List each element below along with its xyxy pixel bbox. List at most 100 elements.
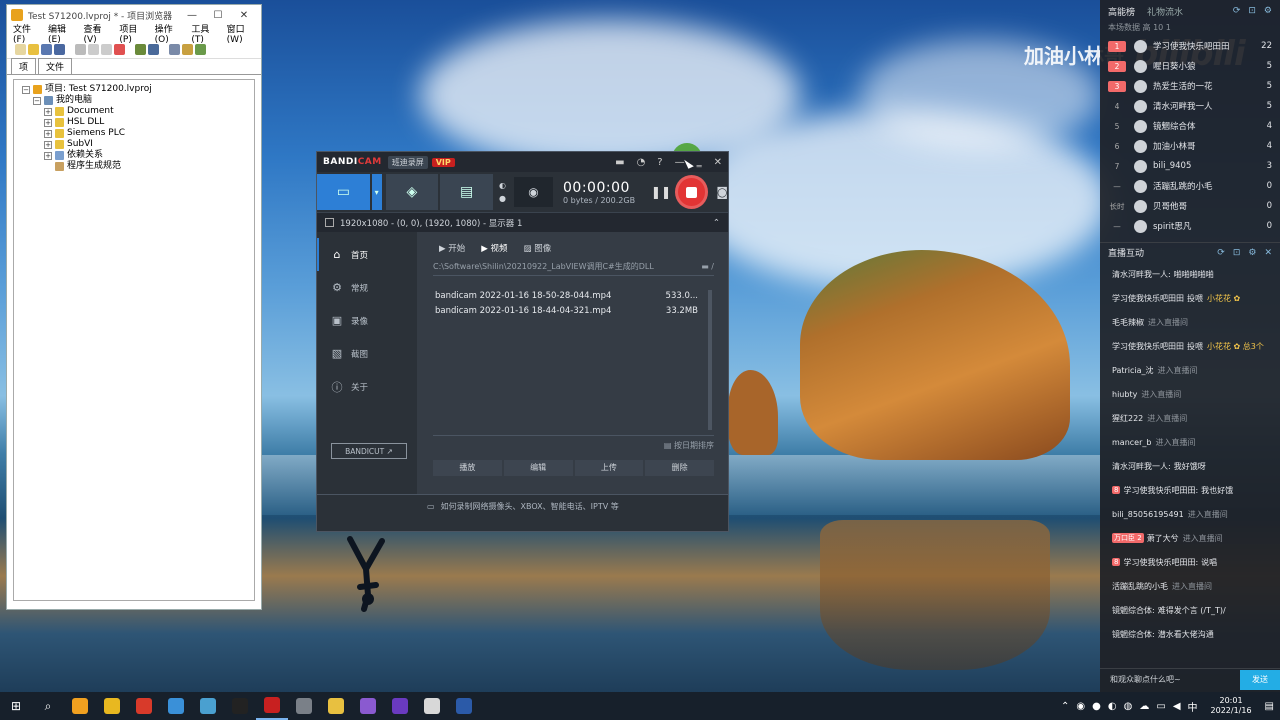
taskbar-button[interactable] [64,692,96,720]
chat-message[interactable]: 学习使我快乐吧田田 投喂 小花花 ✿ 总3个 [1100,334,1280,358]
rank-row[interactable]: 2 喔日葵小狼 5 [1100,56,1280,76]
expander-icon[interactable]: + [44,118,52,127]
tree-node[interactable]: + SubVI [14,139,254,150]
chat-input[interactable]: 和观众聊点什么吧~ [1110,674,1181,685]
notification-icon[interactable]: ▤ [1265,701,1274,712]
chat-message[interactable]: Patricia_沈 进入直播间 [1100,358,1280,382]
menu-item[interactable]: 编辑(E) [44,22,79,45]
minimize-button[interactable]: — [675,157,685,168]
sidebar-item[interactable]: ▧ 截图 [317,337,417,370]
tree-node[interactable]: − 我的电脑 [14,95,254,106]
expander-icon[interactable]: + [44,151,52,160]
close-button[interactable]: ✕ [714,157,722,168]
menu-item[interactable]: 窗口(W) [223,22,261,45]
rank-row[interactable]: 4 清水河畔我一人 5 [1100,96,1280,116]
avatar[interactable] [1134,119,1147,133]
tips-bar[interactable]: ▭ 如何录制网络摄像头、XBOX、智能电话、IPTV 等 [317,494,728,518]
chat-message[interactable]: 万口臣 2 萧了大兮 进入直播间 [1100,526,1280,550]
content-tab[interactable]: ▶ 视频 [481,242,507,254]
avatar[interactable] [1134,99,1147,113]
sort-button[interactable]: ▤ 按日期排序 [433,438,714,454]
chevron-up-icon[interactable]: ⌃ [1061,701,1069,712]
expander-icon[interactable] [44,163,52,171]
record-stop-button[interactable] [675,175,709,209]
action-button[interactable]: 编辑 [503,460,573,476]
file-row[interactable]: bandicam 2022-01-16 18-50-28-044.mp4 533.… [433,288,714,303]
cloud-icon[interactable]: ☁ [1139,701,1149,712]
chevron-up-icon[interactable]: ⌃ [713,218,720,228]
expander-icon[interactable]: + [44,107,52,116]
cut-icon[interactable] [75,44,86,55]
rank-row[interactable]: 1 学习使我快乐吧田田 22 [1100,36,1280,56]
taskbar-button[interactable] [192,692,224,720]
sidebar-item[interactable]: ▣ 录像 [317,304,417,337]
filter-icon[interactable] [195,44,206,55]
ime-icon[interactable]: 中 [1188,699,1198,714]
scrollbar[interactable] [708,290,712,430]
microphone-icon[interactable]: ● [1092,701,1101,712]
action-button[interactable]: 上传 [574,460,644,476]
gear-icon[interactable]: ⚙ [1248,248,1256,258]
taskbar-button[interactable] [384,692,416,720]
gear-icon[interactable]: ⚙ [1264,6,1272,16]
taskbar-button[interactable] [96,692,128,720]
expander-icon[interactable]: − [22,85,30,94]
rank-row[interactable]: 长时 贝哥他哥 0 [1100,196,1280,216]
chat-message[interactable]: 8 学习使我快乐吧田田: 我也好饿 [1100,478,1280,502]
menu-item[interactable]: 文件(F) [9,22,44,45]
taskbar-button[interactable] [256,692,288,720]
taskbar-button[interactable] [320,692,352,720]
sidebar-item[interactable]: ⓘ 关于 [317,370,417,403]
copy-icon[interactable] [88,44,99,55]
avatar[interactable] [1134,79,1147,93]
deploy-icon[interactable] [148,44,159,55]
vip-badge[interactable]: VIP [431,157,455,167]
bandicut-button[interactable]: BANDICUT ↗ [331,443,407,459]
avatar[interactable] [1134,179,1147,193]
pause-icon[interactable]: ❚❚ [651,185,671,199]
avatar[interactable] [1134,159,1147,173]
chat-message[interactable]: hiubty 进入直播间 [1100,382,1280,406]
delete-icon[interactable] [114,44,125,55]
minimize-button[interactable]: — [179,10,205,21]
chat-message[interactable]: 清水河畔我一人: 我好饿呀 [1100,454,1280,478]
taskbar-button[interactable] [224,692,256,720]
rank-row[interactable]: — 活蹦乱跳的小毛 0 [1100,176,1280,196]
save-all-icon[interactable] [54,44,65,55]
rank-row[interactable]: — spirit思凡 0 [1100,216,1280,236]
chat-message[interactable]: 活蹦乱跳的小毛 进入直播间 [1100,574,1280,598]
chat-message[interactable]: bili_85056195491 进入直播间 [1100,502,1280,526]
menu-item[interactable]: 查看(V) [80,22,116,45]
screenshot-icon[interactable]: ◙ [716,185,728,199]
avatar[interactable] [1134,139,1147,153]
wechat-icon[interactable]: ◍ [1124,701,1133,712]
clock-icon[interactable]: ◔ [637,157,646,168]
taskbar-button[interactable] [448,692,480,720]
chat-message[interactable]: 学习使我快乐吧田田 投喂 小花花 ✿ [1100,286,1280,310]
build-icon[interactable] [135,44,146,55]
speaker-icon[interactable]: ◐ [499,181,506,190]
expander-icon[interactable]: − [33,96,41,105]
tab-gift-flow[interactable]: 礼物流水 [1147,5,1183,18]
screen-mode-button[interactable]: ▭ [317,174,370,210]
device-mode-button[interactable]: ▤ [440,174,493,210]
webcam-button[interactable]: ◉ [513,177,554,207]
tray-app-icon[interactable]: ◐ [1108,701,1117,712]
tab-items[interactable]: 项 [11,58,37,74]
close-icon[interactable]: ✕ [1264,248,1272,258]
refresh-icon[interactable]: ⟳ [1233,6,1241,16]
rank-row[interactable]: 3 热爱生活的一花 5 [1100,76,1280,96]
open-icon[interactable] [28,44,39,55]
refresh-icon[interactable]: ⟳ [1217,248,1225,258]
region-checkbox[interactable] [325,218,334,227]
network-icon[interactable]: ▭ [1156,701,1165,712]
chat-message[interactable]: mancer_b 进入直播间 [1100,430,1280,454]
content-tab[interactable]: ▶ 开始 [439,242,465,254]
tree-node[interactable]: − 项目: Test S71200.lvproj [14,84,254,95]
file-row[interactable]: bandicam 2022-01-16 18-44-04-321.mp4 33.2… [433,303,714,318]
tree-node[interactable]: + Document [14,106,254,117]
minimize-to-tray-button[interactable]: ‗ [697,157,702,168]
lock-icon[interactable]: ⊡ [1233,248,1241,258]
close-button[interactable]: ✕ [231,10,257,21]
sidebar-item[interactable]: ⌂ 首页 [317,238,417,271]
